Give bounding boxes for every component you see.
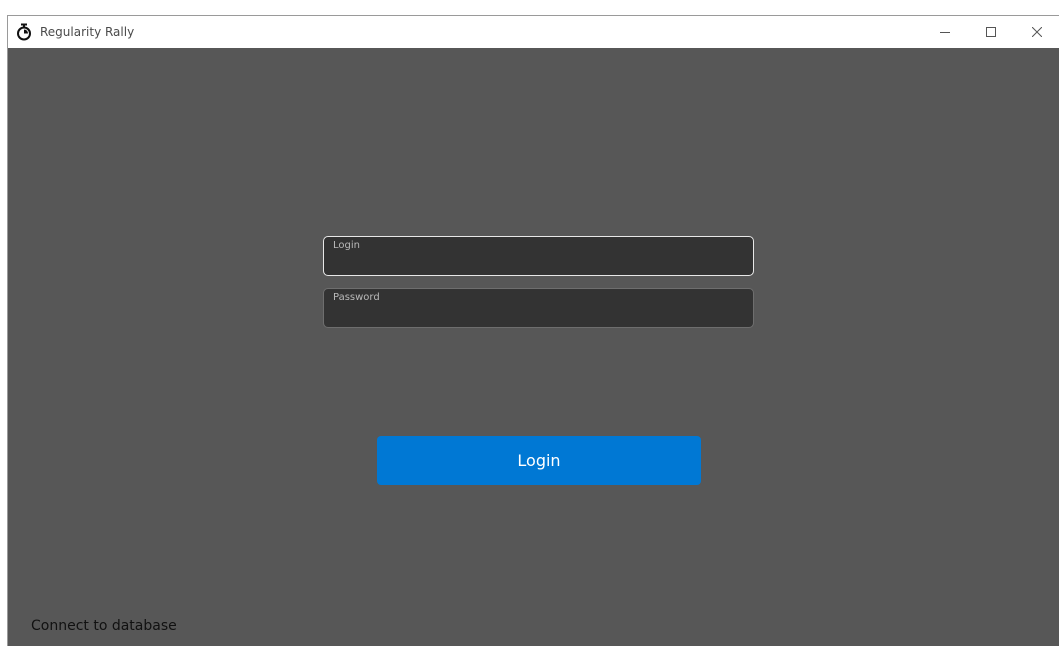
close-button[interactable] bbox=[1014, 16, 1059, 48]
app-window: Regularity Rally Login Password Login Co… bbox=[7, 15, 1059, 646]
connect-to-database-link[interactable]: Connect to database bbox=[31, 618, 177, 634]
maximize-button[interactable] bbox=[968, 16, 1014, 48]
login-field-label: Login bbox=[333, 240, 360, 251]
minimize-icon bbox=[940, 27, 950, 37]
minimize-button[interactable] bbox=[922, 16, 968, 48]
stopwatch-icon bbox=[16, 23, 32, 41]
maximize-icon bbox=[986, 27, 996, 37]
title-bar[interactable]: Regularity Rally bbox=[8, 16, 1059, 48]
login-button[interactable]: Login bbox=[377, 436, 701, 485]
login-field[interactable]: Login bbox=[323, 236, 754, 276]
close-icon bbox=[1032, 27, 1042, 37]
password-field[interactable]: Password bbox=[323, 288, 754, 328]
login-input[interactable] bbox=[333, 254, 743, 272]
password-field-label: Password bbox=[333, 292, 380, 303]
password-input[interactable] bbox=[333, 306, 743, 324]
window-title: Regularity Rally bbox=[40, 25, 135, 39]
